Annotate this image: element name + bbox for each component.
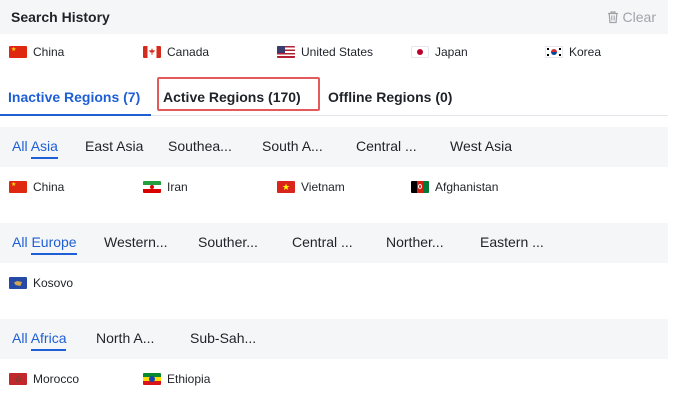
trash-icon	[607, 11, 618, 24]
tab-south-asia[interactable]: South A...	[262, 138, 323, 154]
tab-north-africa[interactable]: North A...	[96, 330, 154, 346]
tab-all-asia[interactable]: All Asia	[12, 138, 58, 154]
tab-all-europe[interactable]: All Europe	[12, 234, 77, 250]
united-states-flag-icon	[277, 46, 295, 58]
kosovo-flag-icon	[9, 277, 27, 289]
tab-northern-europe[interactable]: Norther...	[386, 234, 444, 250]
japan-flag-icon	[411, 46, 429, 58]
all-name: Africa	[30, 330, 67, 346]
vietnam-flag-icon: ★	[277, 181, 295, 193]
morocco-flag-icon: ☆	[9, 373, 27, 385]
asia-subregion-bar: All Asia East Asia Southea... South A...…	[0, 127, 668, 167]
all-name: Europe	[31, 234, 77, 250]
tab-inactive-regions[interactable]: Inactive Regions (7)	[8, 89, 140, 105]
history-item-united-states[interactable]: United States	[277, 45, 373, 59]
history-item-japan[interactable]: Japan	[411, 45, 468, 59]
country-label: Afghanistan	[435, 180, 499, 194]
history-item-label: China	[33, 45, 65, 59]
tab-offline-regions[interactable]: Offline Regions (0)	[328, 89, 452, 105]
tab-west-asia[interactable]: West Asia	[450, 138, 512, 154]
history-item-label: Canada	[167, 45, 210, 59]
history-item-korea[interactable]: Korea	[545, 45, 601, 59]
country-label: Morocco	[33, 372, 80, 386]
history-item-canada[interactable]: Canada	[143, 45, 209, 59]
country-vietnam[interactable]: ★ Vietnam	[277, 180, 345, 194]
europe-subregion-bar: All Europe Western... Souther... Central…	[0, 223, 668, 263]
country-kosovo[interactable]: Kosovo	[9, 276, 73, 290]
china-flag-icon: ★	[9, 46, 27, 58]
active-tab-indicator	[0, 114, 151, 116]
country-china[interactable]: ★ China	[9, 180, 64, 194]
iran-flag-icon	[143, 181, 161, 193]
history-item-label: United States	[301, 45, 374, 59]
country-iran[interactable]: Iran	[143, 180, 188, 194]
history-item-label: Korea	[569, 45, 602, 59]
tab-southeast-asia[interactable]: Southea...	[168, 138, 232, 154]
ethiopia-flag-icon	[143, 373, 161, 385]
country-label: China	[33, 180, 65, 194]
tab-east-asia[interactable]: East Asia	[85, 138, 143, 154]
country-morocco[interactable]: ☆ Morocco	[9, 372, 79, 386]
all-prefix: All	[12, 234, 32, 250]
africa-subregion-bar: All Africa North A... Sub-Sah...	[0, 319, 668, 359]
tab-active-regions[interactable]: Active Regions (170)	[163, 89, 301, 105]
tab-southern-europe[interactable]: Souther...	[198, 234, 258, 250]
country-ethiopia[interactable]: Ethiopia	[143, 372, 210, 386]
all-prefix: All	[12, 330, 31, 346]
country-label: Vietnam	[301, 180, 345, 194]
korea-flag-icon	[545, 46, 563, 58]
tab-eastern-europe[interactable]: Eastern ...	[480, 234, 544, 250]
search-history-title: Search History	[11, 9, 110, 25]
country-afghanistan[interactable]: Afghanistan	[411, 180, 498, 194]
history-item-label: Japan	[435, 45, 468, 59]
canada-flag-icon	[143, 46, 161, 58]
country-label: Iran	[167, 180, 188, 194]
clear-label: Clear	[622, 9, 656, 25]
country-label: Kosovo	[33, 276, 74, 290]
china-flag-icon: ★	[9, 181, 27, 193]
afghanistan-flag-icon	[411, 181, 429, 193]
tab-western-europe[interactable]: Western...	[104, 234, 168, 250]
clear-history-button[interactable]: Clear	[606, 9, 656, 25]
history-item-china[interactable]: ★ China	[9, 45, 64, 59]
all-name: Asia	[30, 138, 58, 154]
country-label: Ethiopia	[167, 372, 211, 386]
all-prefix: All	[12, 138, 31, 154]
tab-sub-saharan-africa[interactable]: Sub-Sah...	[190, 330, 256, 346]
tab-central-europe[interactable]: Central ...	[292, 234, 353, 250]
search-history-header: Search History Clear	[0, 0, 668, 34]
region-status-tabs: Inactive Regions (7) Active Regions (170…	[0, 76, 668, 116]
tab-central-asia[interactable]: Central ...	[356, 138, 417, 154]
tab-all-africa[interactable]: All Africa	[12, 330, 66, 346]
